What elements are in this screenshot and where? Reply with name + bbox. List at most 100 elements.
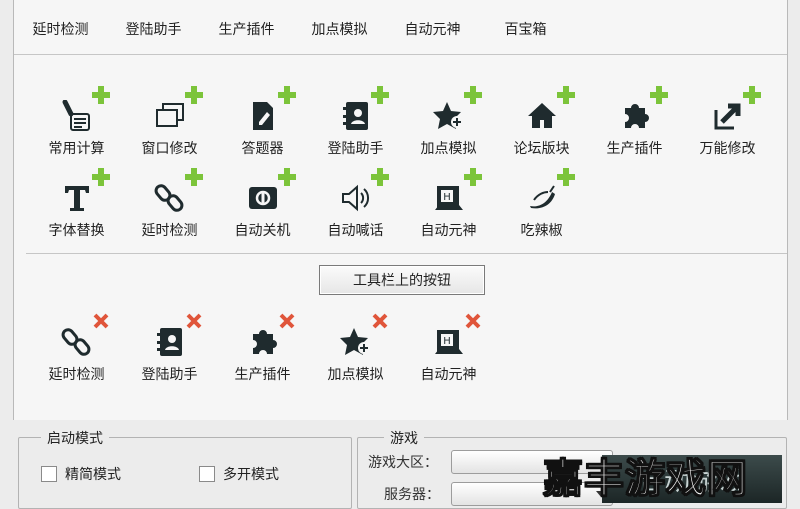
calculator-pen-icon	[61, 100, 93, 132]
add-badge-icon[interactable]	[557, 86, 575, 104]
tool-delay-check-top[interactable]: 延时检测	[14, 0, 107, 70]
remove-badge-icon[interactable]	[92, 312, 110, 330]
tool-label: 万能修改	[699, 141, 756, 157]
toolbar-tool-auto-spirit[interactable]: H 自动元神	[402, 313, 495, 388]
add-badge-icon[interactable]	[557, 168, 575, 186]
add-badge-icon[interactable]	[464, 168, 482, 186]
tool-common-calc[interactable]: 常用计算	[30, 86, 123, 162]
contact-book-icon	[138, 0, 170, 18]
startup-mode-group: 启动模式 精简模式 多开模式	[18, 428, 352, 509]
tool-label: 自动喊话	[327, 223, 384, 239]
svg-text:H: H	[443, 336, 451, 347]
tool-label: 自动关机	[234, 223, 291, 239]
tool-label: 自动元神	[420, 223, 477, 239]
multi-open-label: 多开模式	[223, 467, 279, 483]
tool-label: 答题器	[241, 141, 284, 157]
tool-label: 延时检测	[48, 367, 105, 383]
divider	[26, 253, 787, 254]
tool-label: 常用计算	[48, 141, 105, 157]
divider	[14, 54, 787, 55]
puzzle-icon	[231, 0, 263, 18]
puzzle-icon	[247, 326, 279, 358]
remove-badge-icon[interactable]	[464, 312, 482, 330]
add-badge-icon[interactable]	[371, 168, 389, 186]
home-icon	[526, 100, 558, 132]
tool-font-replace[interactable]: 字体替换	[30, 168, 123, 244]
toolbar-tool-stat-sim[interactable]: 加点模拟	[309, 313, 402, 388]
tool-label: 加点模拟	[327, 367, 384, 383]
tool-label: 百宝箱	[504, 22, 547, 38]
remove-badge-icon[interactable]	[278, 312, 296, 330]
tool-label: 自动元神	[420, 367, 477, 383]
add-badge-icon[interactable]	[185, 86, 203, 104]
lite-mode-checkbox[interactable]	[41, 466, 57, 482]
tool-label: 自动元神	[404, 22, 461, 38]
tool-forum-board[interactable]: 论坛版块	[495, 86, 588, 162]
toolbar-buttons-header[interactable]: 工具栏上的按钮	[319, 265, 485, 295]
add-badge-icon[interactable]	[650, 86, 668, 104]
tool-auto-shutdown[interactable]: 自动关机	[216, 168, 309, 244]
add-badge-icon[interactable]	[278, 86, 296, 104]
multi-open-checkbox[interactable]	[199, 466, 215, 482]
tool-answer-helper[interactable]: 答题器	[216, 86, 309, 162]
chili-icon	[526, 182, 558, 214]
tool-delay-check[interactable]: 延时检测	[123, 168, 216, 244]
tool-universal-modify[interactable]: 万能修改	[681, 86, 774, 162]
tool-label: 生产插件	[234, 367, 291, 383]
add-badge-icon[interactable]	[743, 86, 761, 104]
region-label: 游戏大区：	[368, 455, 438, 471]
tool-stat-sim-top[interactable]: 加点模拟	[293, 0, 386, 70]
tool-login-helper[interactable]: 登陆助手	[309, 86, 402, 162]
chain-link-icon	[154, 182, 186, 214]
tool-label: 延时检测	[32, 22, 89, 38]
star-plus-icon	[324, 0, 356, 18]
lite-mode-label: 精简模式	[65, 467, 121, 483]
game-title: 游戏	[384, 428, 424, 448]
tool-label: 登陆助手	[125, 22, 182, 38]
chain-link-icon	[45, 0, 77, 18]
add-badge-icon[interactable]	[92, 86, 110, 104]
hero-card-icon: H	[433, 326, 465, 358]
toolbar-tool-production-plugin[interactable]: 生产插件	[216, 313, 309, 388]
watermark: 嘉丰游戏网	[542, 455, 748, 502]
contact-book-icon	[154, 326, 186, 358]
star-plus-icon	[340, 326, 372, 358]
tool-stat-sim[interactable]: 加点模拟	[402, 86, 495, 162]
tool-label: 加点模拟	[311, 22, 368, 38]
windows-icon	[154, 100, 186, 132]
remove-badge-icon[interactable]	[371, 312, 389, 330]
edit-doc-icon	[247, 100, 279, 132]
tool-label: 字体替换	[48, 223, 105, 239]
puzzle-icon	[619, 100, 651, 132]
tool-auto-spirit-top[interactable]: 自动元神	[386, 0, 479, 70]
add-badge-icon[interactable]	[464, 86, 482, 104]
star-plus-icon	[433, 100, 465, 132]
tool-eat-chili[interactable]: 吃辣椒	[495, 168, 588, 244]
tool-auto-shout[interactable]: 自动喊话	[309, 168, 402, 244]
tool-auto-spirit[interactable]: H 自动元神	[402, 168, 495, 244]
add-badge-icon[interactable]	[92, 168, 110, 186]
tool-label: 生产插件	[218, 22, 275, 38]
toolbar-tool-delay-check[interactable]: 延时检测	[30, 313, 123, 388]
tool-window-modify[interactable]: 窗口修改	[123, 86, 216, 162]
export-arrow-icon	[712, 100, 744, 132]
hero-card-icon: H	[433, 182, 465, 214]
tool-label: 登陆助手	[141, 367, 198, 383]
tool-production-plugin[interactable]: 生产插件	[588, 86, 681, 162]
remove-badge-icon[interactable]	[185, 312, 203, 330]
toolbar-tool-login-helper[interactable]: 登陆助手	[123, 313, 216, 388]
server-label: 服务器：	[384, 487, 440, 503]
svg-text:H: H	[443, 192, 451, 203]
tool-production-plugin-top[interactable]: 生产插件	[200, 0, 293, 70]
add-badge-icon[interactable]	[278, 168, 296, 186]
tool-label: 延时检测	[141, 223, 198, 239]
hero-card-icon	[417, 0, 449, 18]
add-badge-icon[interactable]	[185, 168, 203, 186]
tool-login-helper-top[interactable]: 登陆助手	[107, 0, 200, 70]
tool-label: 加点模拟	[420, 141, 477, 157]
chain-link-icon	[61, 326, 93, 358]
tool-label: 吃辣椒	[520, 223, 563, 239]
add-badge-icon[interactable]	[371, 86, 389, 104]
power-icon	[247, 182, 279, 214]
tool-treasure-box-top[interactable]: 百宝箱	[479, 0, 572, 70]
